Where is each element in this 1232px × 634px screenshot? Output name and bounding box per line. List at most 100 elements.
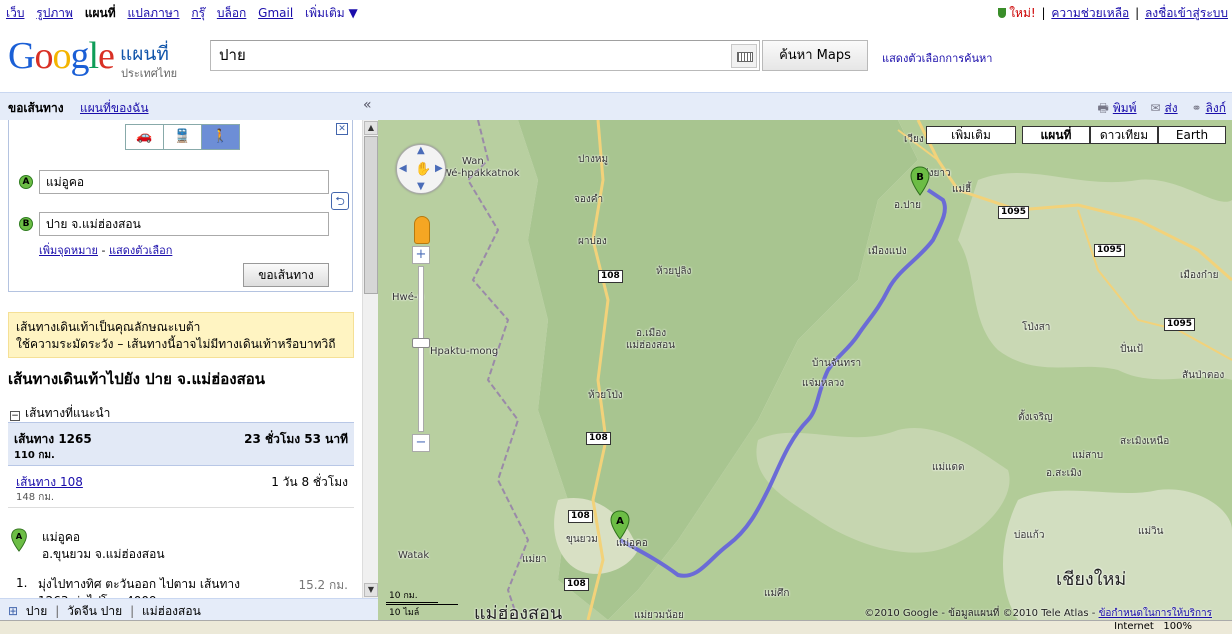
- road-shield: 108: [568, 510, 593, 523]
- start-input[interactable]: [39, 170, 329, 194]
- transit-mode-icon[interactable]: 🚆: [164, 125, 202, 149]
- link-link[interactable]: ลิงก์: [1206, 101, 1226, 115]
- directions-panel: 🚗 🚆 🚶 ✕ A B ⮌ เพิ่มจุดหมาย - แสดงตัวเลือ…: [0, 120, 362, 598]
- pan-left-icon[interactable]: ◀: [399, 163, 407, 174]
- pan-control[interactable]: ▲ ◀ ▶ ▼ ✋: [396, 144, 446, 194]
- walk-mode-icon[interactable]: 🚶: [202, 125, 239, 149]
- close-icon[interactable]: ✕: [336, 123, 348, 135]
- map-type-map[interactable]: แผนที่: [1022, 126, 1090, 144]
- swap-icon[interactable]: ⮌: [331, 192, 349, 210]
- get-directions-button[interactable]: ขอเส้นทาง: [243, 263, 329, 287]
- bottom-item[interactable]: แม่ฮ่องสอน: [142, 604, 201, 618]
- marker-a-icon[interactable]: A: [610, 510, 630, 540]
- destination-input[interactable]: [39, 212, 329, 236]
- map-label: ขุนยวม: [566, 534, 598, 545]
- route-distance: 148 กม.: [16, 492, 55, 503]
- show-options-link[interactable]: แสดงตัวเลือก: [109, 244, 172, 257]
- search-input[interactable]: [211, 41, 721, 69]
- map-label: แม่วิน: [1138, 526, 1164, 537]
- map-label: แม่ฮี้: [952, 184, 972, 195]
- nav-gmail[interactable]: Gmail: [258, 6, 293, 20]
- zone-label: Internet: [1114, 621, 1154, 632]
- map-label: สะเมิงเหนือ: [1120, 436, 1170, 447]
- map-label: Watak: [398, 550, 430, 561]
- pan-up-icon[interactable]: ▲: [417, 145, 425, 156]
- map-canvas[interactable]: Wan Wé-hpakkatnok ปางหมู จองคำ ผาบ่อง ห้…: [378, 120, 1232, 620]
- tab-directions[interactable]: ขอเส้นทาง: [8, 99, 64, 118]
- email-icon[interactable]: ✉: [1150, 101, 1160, 115]
- zoom-rail[interactable]: [418, 266, 424, 432]
- search-options-link[interactable]: แสดงตัวเลือกการค้นหา: [882, 49, 992, 67]
- route-option-selected[interactable]: เส้นทาง 1265 23 ชั่วโมง 53 นาที 110 กม.: [8, 422, 354, 466]
- direction-links: เพิ่มจุดหมาย - แสดงตัวเลือก: [39, 244, 173, 257]
- waypoint-a: A: [19, 170, 329, 194]
- map-label: ห้วยปูลิง: [656, 266, 692, 277]
- bottom-bar: ⊞ ปาย | วัดจีน ปาย | แม่ฮ่องสอน: [0, 598, 378, 620]
- nav-images[interactable]: รูปภาพ: [36, 6, 73, 20]
- scroll-down-icon[interactable]: ▼: [364, 583, 378, 597]
- waypoint-b: B: [19, 212, 329, 236]
- hand-icon[interactable]: ✋: [415, 162, 431, 177]
- zoom-level[interactable]: 100%: [1163, 621, 1192, 632]
- pegman-icon[interactable]: [414, 216, 430, 244]
- warning-text: ใช้ความระมัดระวัง – เส้นทางนี้อาจไม่มีทา…: [16, 337, 336, 351]
- expand-icon[interactable]: ⊞: [8, 604, 18, 618]
- map-label: ตั้งเจริญ: [1018, 412, 1053, 423]
- scroll-up-icon[interactable]: ▲: [364, 121, 378, 135]
- search-maps-button[interactable]: ค้นหา Maps: [762, 40, 868, 71]
- tab-my-maps[interactable]: แผนที่ของฉัน: [80, 99, 149, 118]
- bottom-item[interactable]: วัดจีน ปาย: [67, 604, 122, 618]
- suggested-routes-header[interactable]: − เส้นทางที่แนะนำ: [10, 404, 110, 423]
- map-type-more[interactable]: เพิ่มเติม: [926, 126, 1016, 144]
- bottom-item[interactable]: ปาย: [26, 604, 47, 618]
- collapse-panel-icon[interactable]: «: [363, 97, 372, 113]
- print-link[interactable]: พิมพ์: [1113, 101, 1137, 115]
- zoom-in-button[interactable]: +: [412, 246, 430, 264]
- help-link[interactable]: ความช่วยเหลือ: [1051, 6, 1129, 20]
- map-label: จองคำ: [574, 194, 604, 205]
- map-type-satellite[interactable]: ดาวเทียม: [1090, 126, 1158, 144]
- nav-maps: แผนที่: [84, 6, 116, 20]
- pan-down-icon[interactable]: ▼: [417, 181, 425, 192]
- marker-a-icon: A: [11, 528, 27, 552]
- directions-form: 🚗 🚆 🚶 ✕ A B ⮌ เพิ่มจุดหมาย - แสดงตัวเลือ…: [8, 120, 353, 292]
- nav-blogger[interactable]: บล็อก: [217, 6, 246, 20]
- nav-translate[interactable]: แปลภาษา: [127, 6, 179, 20]
- nav-web[interactable]: เว็บ: [6, 6, 24, 20]
- map-label: Hpaktu-mong: [430, 346, 499, 357]
- step-number: 1.: [16, 576, 28, 590]
- keyboard-icon[interactable]: [731, 44, 757, 68]
- add-destination-link[interactable]: เพิ่มจุดหมาย: [39, 244, 98, 257]
- route-option[interactable]: เส้นทาง 108 1 วัน 8 ชั่วโมง 148 กม.: [8, 466, 354, 508]
- scale-bar: 10 กม. 10 ไมล์: [386, 586, 472, 618]
- panel-scrollbar[interactable]: ▲ ▼: [362, 120, 378, 598]
- road-shield: 108: [598, 270, 623, 283]
- map-copyright: ©2010 Google - ข้อมูลแผนที่ ©2010 Tele A…: [864, 606, 1212, 620]
- terms-link[interactable]: ข้อกำหนดในการให้บริการ: [1099, 608, 1212, 619]
- pan-right-icon[interactable]: ▶: [435, 163, 443, 174]
- map-label: บ่อแก้ว: [1014, 530, 1045, 541]
- sub-toolbar: ขอเส้นทาง แผนที่ของฉัน « 🖶 พิมพ์ ✉ ส่ง ⚭ ลิ…: [0, 92, 1232, 120]
- map-label: แม่ศึก: [764, 588, 790, 599]
- new-badge[interactable]: ใหม่!: [1009, 6, 1036, 20]
- zoom-out-button[interactable]: −: [412, 434, 430, 452]
- google-maps-logo[interactable]: Google แผนที่ ประเทศไทย: [8, 35, 208, 80]
- send-link[interactable]: ส่ง: [1164, 101, 1177, 115]
- signin-link[interactable]: ลงชื่อเข้าสู่ระบบ: [1145, 6, 1228, 20]
- marker-b-icon[interactable]: B: [910, 166, 930, 196]
- link-icon[interactable]: ⚭: [1191, 101, 1201, 115]
- nav-groups[interactable]: กรุ๊: [191, 6, 205, 20]
- collapse-box-icon: −: [10, 411, 20, 421]
- route-name: เส้นทาง 1265: [14, 432, 92, 446]
- scroll-thumb[interactable]: [364, 136, 378, 294]
- zoom-slider-knob[interactable]: [412, 338, 430, 348]
- map-label: เวียง: [904, 134, 924, 145]
- car-mode-icon[interactable]: 🚗: [126, 125, 164, 149]
- map-label: Wé-hpakkatnok: [442, 168, 520, 179]
- map-type-earth[interactable]: Earth: [1158, 126, 1226, 144]
- road-shield: 1095: [1094, 244, 1126, 257]
- direction-step[interactable]: 1. มุ่งไปทางทิศ ตะวันออก ไปตาม เส้นทาง 1…: [8, 574, 354, 598]
- print-icon[interactable]: 🖶: [1097, 101, 1108, 115]
- nav-more[interactable]: เพิ่มเติม ▼: [305, 6, 358, 20]
- map-label: แม่ยวมน้อย: [634, 610, 684, 620]
